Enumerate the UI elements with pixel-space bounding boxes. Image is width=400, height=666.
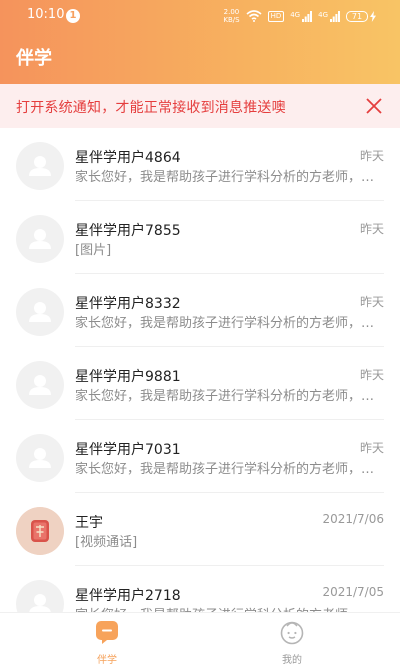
conversation-name: 星伴学用户9881 xyxy=(75,369,181,385)
tab-mine[interactable]: 我的 xyxy=(262,619,322,666)
app-screen: 10:10 1 2.00 KB/S HD 4G 4G 71 伴学 打开系统通知，… xyxy=(0,0,400,666)
conversation-time: 2021/7/06 xyxy=(322,512,384,526)
conversation-item[interactable]: 星伴学用户7031 昨天 家长您好，我是帮助孩子进行学科分析的方老师，有什么问题… xyxy=(0,420,400,493)
signal-icon-2: 4G xyxy=(318,10,340,22)
conversation-name: 星伴学用户7855 xyxy=(75,223,181,239)
conversation-preview: [图片] xyxy=(75,243,112,258)
conversation-time: 昨天 xyxy=(359,441,384,455)
header-bar: 10:10 1 2.00 KB/S HD 4G 4G 71 伴学 xyxy=(0,0,400,84)
signal-1-label: 4G xyxy=(290,10,301,19)
avatar-placeholder-icon xyxy=(16,434,64,482)
conversation-item[interactable]: 星伴学用户7855 昨天 [图片] xyxy=(0,201,400,274)
tab-mine-label: 我的 xyxy=(282,655,302,666)
conversation-time: 昨天 xyxy=(359,222,384,236)
avatar-placeholder-icon xyxy=(16,580,64,612)
battery-level: 71 xyxy=(346,10,368,22)
net-speed: 2.00 KB/S xyxy=(223,8,239,24)
conversation-time: 昨天 xyxy=(359,368,384,382)
avatar-placeholder-icon xyxy=(16,361,64,409)
conversation-name: 星伴学用户4864 xyxy=(75,150,181,166)
conversation-list[interactable]: 星伴学用户4864 昨天 家长您好，我是帮助孩子进行学科分析的方老师，有什么问题… xyxy=(0,128,400,612)
signal-icon-1: 4G xyxy=(290,10,313,22)
conversation-item[interactable]: 星伴学用户4864 昨天 家长您好，我是帮助孩子进行学科分析的方老师，有什么问题… xyxy=(0,128,400,201)
page-title: 伴学 xyxy=(16,48,52,69)
bottom-tab-bar: 伴学 我的 xyxy=(0,612,400,666)
wifi-icon xyxy=(246,10,262,22)
conversation-preview: 家长您好，我是帮助孩子进行学科分析的方老师，有什么问题可以随时问我 xyxy=(75,316,381,331)
conversation-preview: 家长您好，我是帮助孩子进行学科分析的方老师，有什么问题可以随时问我 xyxy=(75,170,381,185)
conversation-name: 星伴学用户8332 xyxy=(75,296,181,312)
conversation-item[interactable]: 星伴学用户9881 昨天 家长您好，我是帮助孩子进行学科分析的方老师，有什么问题… xyxy=(0,347,400,420)
notification-banner-text: 打开系统通知，才能正常接收到消息推送噢 xyxy=(16,100,286,116)
signal-2-label: 4G xyxy=(318,10,328,19)
conversation-preview: 家长您好，我是帮助孩子进行学科分析的方老师，有什么问题可以随时问我 xyxy=(75,604,381,612)
conversation-preview: [视频通话] xyxy=(75,535,138,550)
notification-count-badge: 1 xyxy=(66,9,80,23)
conversation-item[interactable]: 星伴学用户2718 2021/7/05 家长您好，我是帮助孩子进行学科分析的方老… xyxy=(0,566,400,612)
conversation-preview: 家长您好，我是帮助孩子进行学科分析的方老师，有什么问题可以随时问我 xyxy=(75,462,381,477)
conversation-item[interactable]: 王宇 2021/7/06 [视频通话] xyxy=(0,493,400,566)
avatar-placeholder-icon xyxy=(16,288,64,336)
status-time: 10:10 xyxy=(27,7,65,22)
conversation-name: 星伴学用户2718 xyxy=(75,588,181,604)
charging-bolt-icon xyxy=(370,10,376,22)
conversation-time: 昨天 xyxy=(359,149,384,163)
conversation-name: 王宇 xyxy=(75,515,103,531)
conversation-item[interactable]: 星伴学用户8332 昨天 家长您好，我是帮助孩子进行学科分析的方老师，有什么问题… xyxy=(0,274,400,347)
status-bar: 10:10 1 2.00 KB/S HD 4G 4G 71 xyxy=(0,0,400,32)
conversation-time: 昨天 xyxy=(359,295,384,309)
close-icon[interactable] xyxy=(362,94,386,118)
avatar-placeholder-icon xyxy=(16,142,64,190)
conversation-name: 星伴学用户7031 xyxy=(75,442,181,458)
tab-home[interactable]: 伴学 xyxy=(77,619,137,666)
chat-bubble-icon xyxy=(96,621,118,644)
conversation-preview: 家长您好，我是帮助孩子进行学科分析的方老师，有什么问题可以随时问我 xyxy=(75,389,381,404)
tab-home-label: 伴学 xyxy=(97,655,117,666)
battery-icon: 71 xyxy=(346,10,376,22)
hd-badge: HD xyxy=(267,10,285,22)
avatar-placeholder-icon xyxy=(16,215,64,263)
profile-face-icon xyxy=(280,621,304,645)
user-avatar-photo xyxy=(16,507,64,555)
net-speed-value: 2.00 xyxy=(223,8,240,16)
net-speed-unit: KB/S xyxy=(223,16,240,24)
notification-permission-banner[interactable]: 打开系统通知，才能正常接收到消息推送噢 xyxy=(0,84,400,128)
status-icons: 2.00 KB/S HD 4G 4G 71 xyxy=(223,6,376,26)
conversation-time: 2021/7/05 xyxy=(322,585,384,599)
